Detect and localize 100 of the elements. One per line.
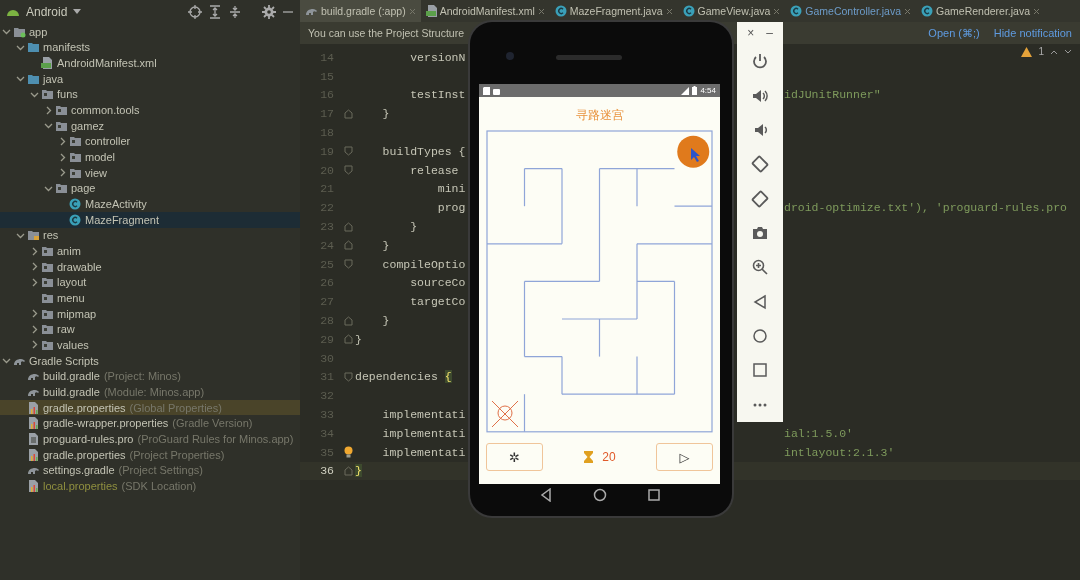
tree-item[interactable]: layout [0,274,300,291]
code-text: implementati [381,445,466,459]
code-text: dependencies { [355,370,452,384]
notification-text: You can use the Project Structure [308,27,465,39]
tree-item[interactable]: gamez [0,117,300,134]
folder-icon [55,119,68,132]
collapse-all-icon[interactable] [228,5,242,19]
tree-item[interactable]: view [0,164,300,181]
file-description: (SDK Location) [121,479,197,492]
code-text: } [355,332,362,346]
tree-item[interactable]: Gradle Scripts [0,352,300,369]
lightbulb-icon[interactable] [344,446,353,459]
tree-item[interactable]: java [0,70,300,87]
power-icon[interactable] [751,52,769,71]
close-icon[interactable] [1033,7,1040,15]
close-icon[interactable] [537,7,545,15]
rotate-right-icon[interactable] [751,189,769,208]
code-text: release [409,163,459,177]
caret-icon[interactable] [73,9,82,15]
rotate-left-icon[interactable] [751,155,769,174]
code-text: compileOptio [381,257,466,271]
crosshair-icon[interactable] [188,5,202,19]
code-text: prog [436,201,466,215]
editor-tab[interactable]: GameRenderer.java [916,0,1045,22]
warning-icon[interactable] [1021,46,1033,57]
class-icon [921,5,934,17]
chevron-up-icon[interactable] [1050,48,1058,55]
view-selector[interactable]: Android [26,5,68,19]
home-icon[interactable] [592,488,607,502]
line-number: 36 [319,464,334,478]
close-icon[interactable] [773,7,781,15]
tree-item[interactable]: funs [0,86,300,103]
manifest-file-icon [41,57,54,70]
chevron-down-icon[interactable] [1064,48,1072,55]
folder-icon [41,307,54,320]
file-name: view [85,166,107,179]
tree-item[interactable]: values [0,337,300,353]
tree-item[interactable]: AndroidManifest.xml [0,55,300,71]
close-icon[interactable] [904,7,912,15]
class-icon [790,5,803,17]
back-icon[interactable] [751,292,769,311]
tree-item[interactable]: proguard-rules.pro (ProGuard Rules for Minos.app) [0,431,300,447]
tree-item[interactable]: common.tools [0,102,300,118]
tree-item[interactable]: res [0,227,300,244]
tree-item[interactable]: model [0,149,300,165]
tree-item[interactable]: settings.gradle (Project Settings) [0,462,300,479]
file-name: values [57,338,89,351]
code-text: idJUnitRunner" [784,88,882,102]
speaker-grille [556,55,622,60]
tree-item[interactable]: controller [0,133,300,150]
close-button[interactable]: × [747,26,755,40]
file-name: build.gradle [43,385,100,398]
zoom-icon[interactable] [751,258,769,277]
tree-item[interactable]: mipmap [0,305,300,322]
warning-count[interactable]: 1 [1038,46,1044,57]
back-icon[interactable] [539,488,552,502]
tree-item[interactable]: gradle-wrapper.properties (Gradle Version) [0,415,300,432]
file-description: (Gradle Version) [172,417,253,430]
code-text: targetCo [409,295,466,309]
folder-icon [69,151,82,164]
file-name: controller [85,135,131,148]
file-icon [27,432,40,445]
file-name: gradle.properties [43,401,126,414]
settings-button[interactable]: ✲ [486,443,543,471]
notification-link[interactable]: Open (⌘;) [928,26,980,40]
overview-icon[interactable] [647,488,660,502]
tree-item[interactable]: page [0,180,300,197]
tree-item[interactable]: raw [0,321,300,338]
editor-tab[interactable]: build.gradle (:app) [300,0,421,22]
folder-icon [55,104,68,117]
code-text: mini [436,182,466,196]
settings-icon[interactable] [262,5,276,19]
file-name: page [71,182,96,195]
file-name: gradle-wrapper.properties [43,417,169,430]
tree-item[interactable]: build.gradle (Module: Minos.app) [0,384,300,400]
tree-item[interactable]: gradle.properties (Global Properties) [0,399,300,416]
play-button[interactable]: ▷ [656,443,713,471]
file-name: app [29,25,48,38]
notification-link[interactable]: Hide notification [993,27,1072,39]
file-description: (Project Properties) [129,448,225,461]
tree-item[interactable]: gradle.properties (Project Properties) [0,446,300,463]
close-icon[interactable] [665,7,673,15]
tree-item[interactable]: menu [0,290,300,306]
code-text: } [355,464,362,478]
tree-item[interactable]: drawable [0,258,300,275]
editor-tab[interactable]: GameController.java [785,0,917,22]
tree-item[interactable]: build.gradle (Project: Minos) [0,368,300,385]
tree-item[interactable]: local.properties (SDK Location) [0,478,300,494]
expand-all-icon[interactable] [208,5,222,19]
module-folder-icon [13,25,26,38]
tree-item[interactable]: app [0,24,300,40]
tree-item[interactable]: anim [0,243,300,259]
tree-item[interactable]: manifests [0,39,300,56]
tree-item[interactable]: MazeActivity [0,196,300,212]
folder-icon [41,88,54,101]
file-name: build.gradle [43,370,100,383]
overview-icon[interactable] [751,361,769,380]
minimize-button[interactable]: – [766,26,773,40]
home-icon[interactable] [751,327,769,346]
tree-item[interactable]: MazeFragment [0,211,300,228]
